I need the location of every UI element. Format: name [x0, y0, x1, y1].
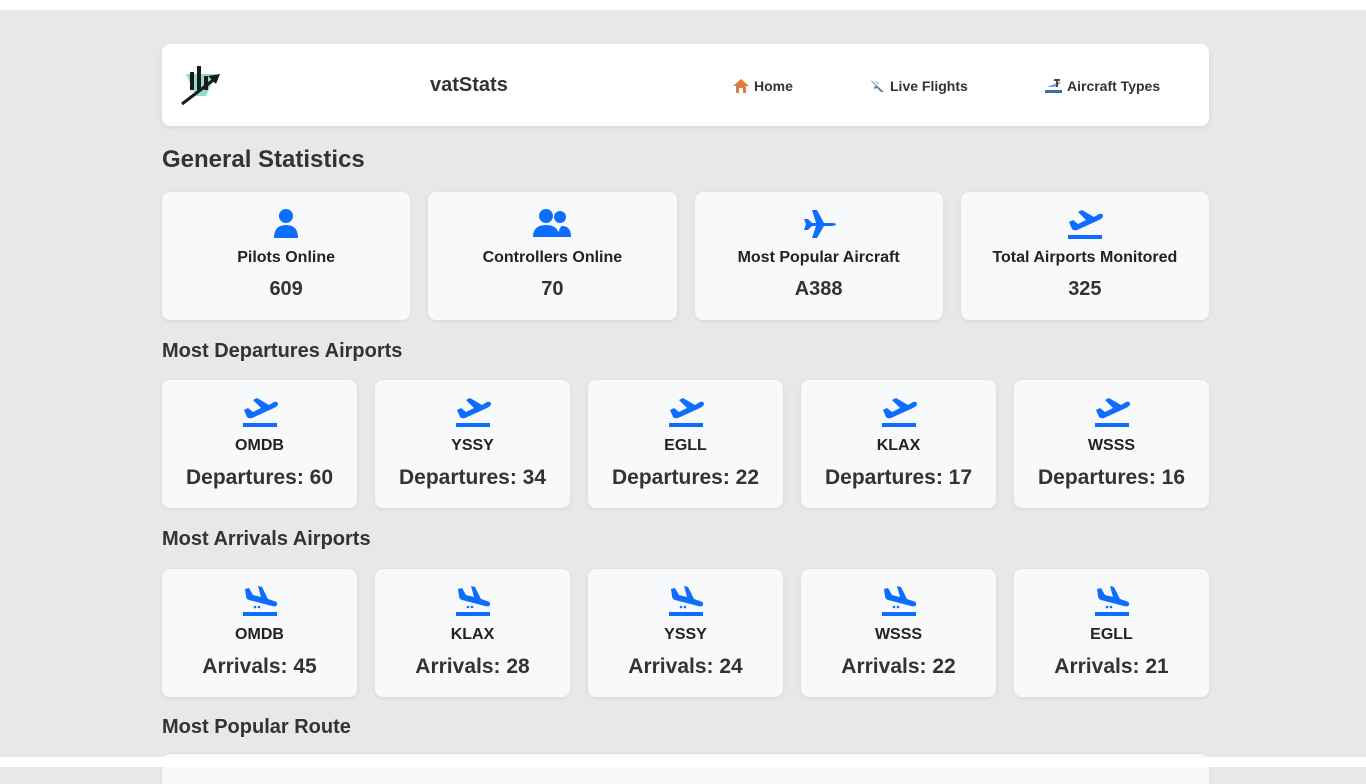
- airport-code: WSSS: [874, 626, 923, 643]
- plane-icon: [695, 208, 943, 240]
- nav-link-label: Aircraft Types: [1067, 78, 1161, 94]
- plane-arrival-icon: [1014, 585, 1209, 617]
- arrival-card: WSSS Arrivals: 22: [801, 569, 996, 697]
- departure-count: Departures: 60: [185, 466, 334, 489]
- stat-label: Total Airports Monitored: [992, 249, 1178, 266]
- arrival-card: YSSY Arrivals: 24: [588, 569, 783, 697]
- house-icon: [733, 79, 749, 93]
- stat-value: A388: [794, 278, 843, 300]
- plane-departure-icon: [588, 396, 783, 428]
- brand-title[interactable]: vatStats: [430, 74, 508, 97]
- stat-value: 325: [1068, 278, 1102, 300]
- airport-code: KLAX: [876, 437, 921, 454]
- departure-count: Departures: 16: [1037, 466, 1186, 489]
- departure-count: Departures: 22: [611, 466, 760, 489]
- departure-card: KLAX Departures: 17: [801, 380, 996, 508]
- navbar: vatStats Home Live Flights Aircraft Type…: [162, 44, 1209, 126]
- stat-value: 609: [269, 278, 303, 300]
- general-stats-row: Pilots Online 609 Controllers Online 70: [162, 192, 1209, 320]
- logo-icon[interactable]: [178, 62, 228, 108]
- stat-card-pilots: Pilots Online 609: [162, 192, 411, 320]
- top-strip: [0, 0, 1366, 10]
- users-icon: [428, 208, 676, 240]
- departures-row: OMDB Departures: 60 YSSY Departures: 34 …: [162, 380, 1209, 508]
- stat-label: Most Popular Aircraft: [737, 249, 900, 266]
- stat-card-popular-aircraft: Most Popular Aircraft A388: [694, 192, 943, 320]
- plane-departure-icon: [961, 208, 1209, 240]
- plane-arrival-icon: [588, 585, 783, 617]
- airplane-icon: [870, 79, 885, 93]
- arrival-card: EGLL Arrivals: 21: [1014, 569, 1209, 697]
- airport-code: YSSY: [664, 626, 707, 643]
- nav-link-live-flights[interactable]: Live Flights: [870, 78, 968, 94]
- nav-link-home[interactable]: Home: [733, 78, 793, 94]
- airport-code: EGLL: [1090, 626, 1133, 643]
- departure-card: EGLL Departures: 22: [588, 380, 783, 508]
- arrivals-heading: Most Arrivals Airports: [162, 528, 371, 550]
- arrivals-row: OMDB Arrivals: 45 KLAX Arrivals: 28 YSSY…: [162, 569, 1209, 697]
- nav-link-label: Live Flights: [890, 78, 968, 94]
- airport-code: EGLL: [664, 437, 707, 454]
- plane-departure-icon: [1014, 396, 1209, 428]
- airport-icon: [1045, 79, 1062, 93]
- user-icon: [162, 208, 410, 240]
- arrival-count: Arrivals: 28: [415, 655, 530, 678]
- plane-arrival-icon: [162, 585, 357, 617]
- departure-count: Departures: 34: [398, 466, 547, 489]
- stat-label: Controllers Online: [482, 249, 623, 266]
- bottom-strip: [0, 757, 1366, 767]
- arrival-card: KLAX Arrivals: 28: [375, 569, 570, 697]
- departure-card: OMDB Departures: 60: [162, 380, 357, 508]
- stat-label: Pilots Online: [237, 249, 336, 266]
- departure-count: Departures: 17: [824, 466, 973, 489]
- arrival-count: Arrivals: 45: [202, 655, 317, 678]
- plane-arrival-icon: [801, 585, 996, 617]
- departures-heading: Most Departures Airports: [162, 340, 403, 362]
- page-container: vatStats Home Live Flights Aircraft Type…: [162, 44, 1209, 784]
- nav-link-aircraft-types[interactable]: Aircraft Types: [1045, 78, 1160, 94]
- airport-code: KLAX: [450, 626, 495, 643]
- departure-card: YSSY Departures: 34: [375, 380, 570, 508]
- stat-card-controllers: Controllers Online 70: [428, 192, 677, 320]
- plane-departure-icon: [375, 396, 570, 428]
- departure-card: WSSS Departures: 16: [1014, 380, 1209, 508]
- popular-route-heading: Most Popular Route: [162, 716, 351, 738]
- arrival-count: Arrivals: 24: [628, 655, 743, 678]
- airport-code: OMDB: [235, 626, 284, 643]
- arrival-card: OMDB Arrivals: 45: [162, 569, 357, 697]
- plane-departure-icon: [801, 396, 996, 428]
- stat-value: 70: [541, 278, 564, 300]
- airport-code: WSSS: [1087, 437, 1136, 454]
- airport-code: OMDB: [235, 437, 284, 454]
- arrival-count: Arrivals: 21: [1054, 655, 1169, 678]
- airport-code: YSSY: [451, 437, 494, 454]
- general-statistics-heading: General Statistics: [162, 146, 365, 173]
- plane-arrival-icon: [375, 585, 570, 617]
- arrival-count: Arrivals: 22: [841, 655, 956, 678]
- nav-link-label: Home: [754, 78, 793, 94]
- stat-card-total-airports: Total Airports Monitored 325: [960, 192, 1209, 320]
- plane-departure-icon: [162, 396, 357, 428]
